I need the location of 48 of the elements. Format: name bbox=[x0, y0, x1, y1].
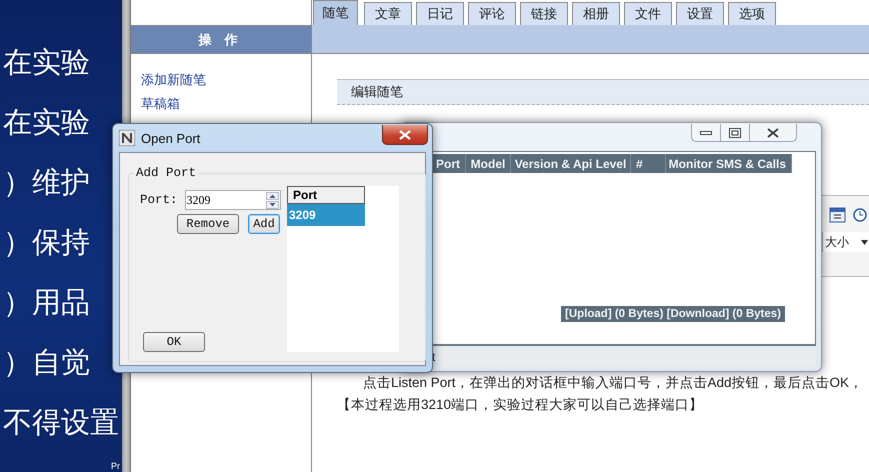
port-label: Port: bbox=[140, 193, 178, 207]
sidebar-link[interactable]: 草稿箱 bbox=[141, 95, 180, 112]
tab[interactable]: 设置 bbox=[676, 2, 724, 25]
column-header: # bbox=[631, 154, 666, 173]
clock-icon[interactable] bbox=[853, 208, 867, 222]
column-header: Monitor SMS & Calls bbox=[666, 154, 792, 173]
tab[interactable]: 文件 bbox=[624, 2, 672, 25]
tab[interactable]: 日记 bbox=[416, 2, 464, 25]
tab[interactable]: 链接 bbox=[520, 2, 568, 25]
transfer-status: [Upload] (0 Bytes) [Download] (0 Bytes) bbox=[561, 306, 785, 322]
slide-text: ）维护 bbox=[3, 164, 91, 201]
close-icon bbox=[399, 130, 411, 140]
slide-text: 不得设置 bbox=[3, 404, 120, 441]
group-title: Add Port bbox=[135, 166, 198, 180]
tab[interactable]: 相册 bbox=[572, 2, 620, 25]
tab[interactable]: 选项 bbox=[728, 2, 776, 25]
ok-button[interactable]: OK bbox=[143, 332, 205, 352]
add-button[interactable]: Add bbox=[248, 214, 280, 234]
column-header: Version & Api Level bbox=[511, 154, 631, 173]
body-text: 【本过程选用3210端口，实验过程大家可以自己选择端口】 bbox=[337, 397, 704, 413]
tab[interactable]: 文章 bbox=[364, 2, 412, 25]
spin-down-icon[interactable] bbox=[266, 200, 279, 208]
slide-text: 在实验 bbox=[3, 104, 91, 141]
column-header: Model bbox=[466, 154, 511, 173]
slide-text: 在实验 bbox=[3, 44, 91, 81]
remove-button[interactable]: Remove bbox=[177, 214, 239, 234]
minimize-icon bbox=[700, 130, 712, 136]
slide-text: ）用品 bbox=[3, 284, 91, 321]
slide-corner-text: Pr bbox=[111, 461, 120, 471]
calendar-icon[interactable] bbox=[829, 206, 847, 224]
sidebar-link[interactable]: 添加新随笔 bbox=[141, 71, 206, 88]
app-logo-icon bbox=[119, 130, 135, 146]
port-spin-field[interactable]: 3209 bbox=[184, 190, 281, 210]
sidebar-header: 操 作 bbox=[131, 25, 312, 54]
slide-text: ）保持 bbox=[3, 224, 91, 261]
font-size-select[interactable]: 大小 bbox=[822, 232, 869, 252]
slide-text: ）自觉 bbox=[3, 344, 91, 381]
list-header: Port bbox=[287, 186, 365, 204]
tab[interactable]: 评论 bbox=[468, 2, 516, 25]
dialog-title: Open Port bbox=[141, 130, 200, 146]
close-icon bbox=[767, 128, 779, 138]
tab[interactable]: 随笔 bbox=[313, 0, 358, 25]
maximize-icon bbox=[729, 128, 741, 138]
section-title: 编辑随笔 bbox=[337, 79, 869, 105]
spin-up-icon[interactable] bbox=[266, 192, 279, 200]
body-text: 点击Listen Port，在弹出的对话框中输入端口号，并点击Add按钮，最后点击OK， bbox=[362, 375, 864, 391]
caret-icon bbox=[861, 240, 868, 244]
close-button[interactable] bbox=[382, 125, 428, 145]
